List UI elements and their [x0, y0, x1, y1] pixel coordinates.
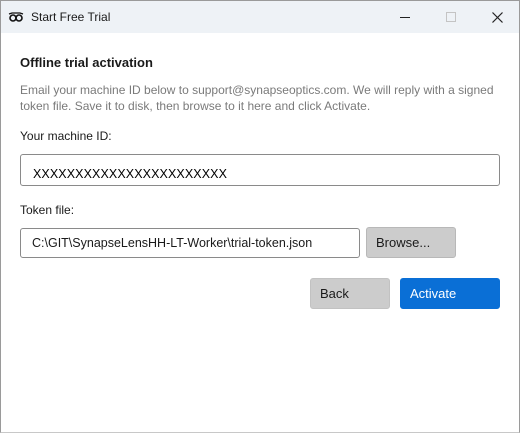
title-bar[interactable]: Start Free Trial	[1, 1, 519, 33]
window-title: Start Free Trial	[31, 10, 111, 24]
minimize-button[interactable]	[382, 1, 428, 33]
activate-button[interactable]: Activate	[400, 278, 500, 309]
back-button[interactable]: Back	[310, 278, 390, 309]
maximize-button[interactable]	[428, 1, 474, 33]
instructions-text: Email your machine ID below to support@s…	[20, 83, 494, 113]
glasses-icon	[8, 10, 24, 24]
token-file-input[interactable]: C:\GIT\SynapseLensHH-LT-Worker\trial-tok…	[20, 228, 360, 258]
token-file-label: Token file:	[20, 203, 75, 217]
browse-button[interactable]: Browse...	[366, 227, 456, 258]
maximize-icon	[446, 12, 456, 22]
minimize-icon	[400, 17, 410, 18]
start-free-trial-window: Start Free Trial Offline trial activatio…	[0, 0, 520, 433]
close-icon	[492, 12, 503, 23]
machine-id-label: Your machine ID:	[20, 129, 112, 143]
dialog-content: Offline trial activation Email your mach…	[1, 33, 519, 432]
dialog-heading: Offline trial activation	[20, 55, 153, 70]
close-button[interactable]	[474, 1, 520, 33]
machine-id-field[interactable]: XXXXXXXXXXXXXXXXXXXXXXX	[20, 154, 500, 186]
